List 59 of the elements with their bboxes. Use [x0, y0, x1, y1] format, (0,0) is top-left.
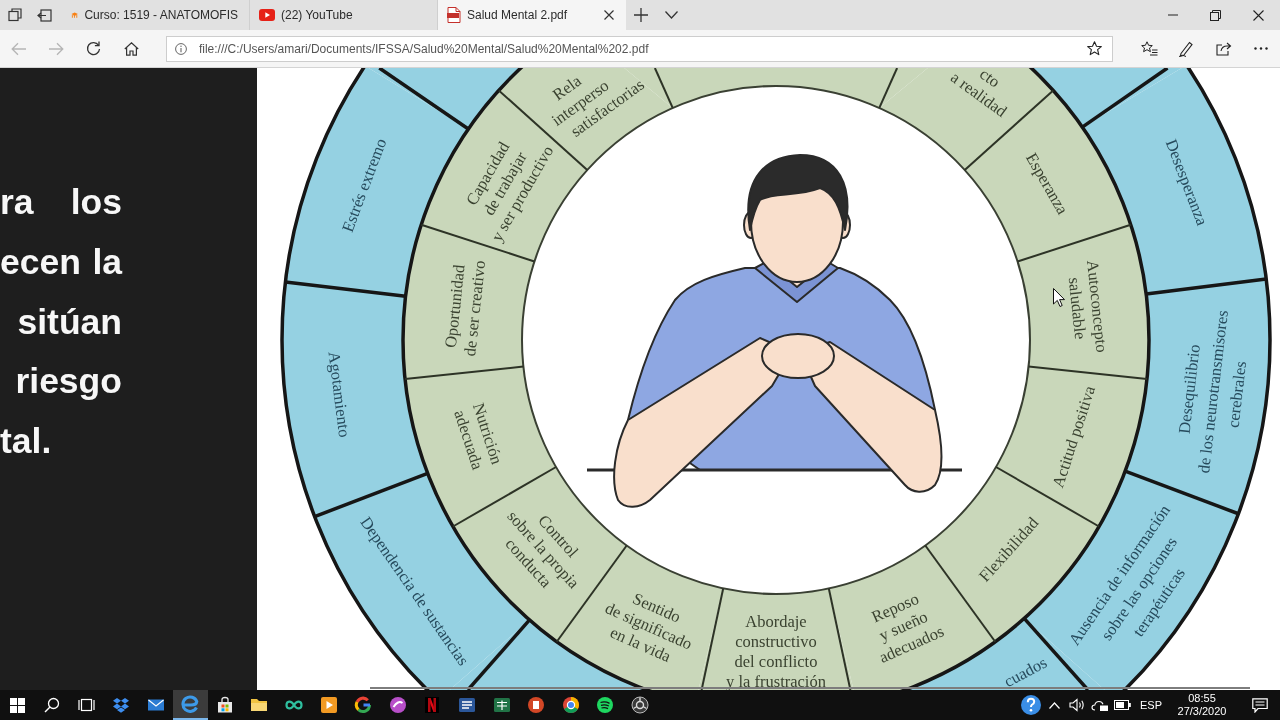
bag-icon — [215, 696, 234, 714]
document-icon — [447, 7, 461, 23]
taskbar-button[interactable] — [172, 690, 208, 720]
chevron-up-icon[interactable] — [1049, 701, 1061, 709]
home-icon[interactable] — [123, 41, 139, 56]
swirl-icon — [181, 695, 200, 713]
segment-label: Actitud positiva — [1048, 383, 1100, 490]
segment-divider — [878, 68, 899, 109]
segment-divider — [653, 68, 674, 109]
refresh-icon[interactable] — [86, 41, 102, 56]
clock-date[interactable]: 27/3/2020 — [1177, 705, 1227, 718]
cursor-icon — [1053, 288, 1065, 307]
segment-label: Desequilibrio de los neurotransmisores cerebrales — [1174, 309, 1251, 475]
disc-icon — [388, 696, 407, 714]
language-indicator[interactable]: ESP — [1140, 699, 1162, 711]
restore-icon[interactable] — [1210, 9, 1221, 21]
four-panes-icon[interactable] — [9, 697, 25, 713]
segment-label: Oportunidad de ser creativo — [440, 259, 490, 358]
segment-label: Autoconcepto saludable — [1064, 259, 1112, 354]
horizontal-scrollbar[interactable] — [370, 687, 1250, 689]
speaker-icon[interactable] — [1069, 698, 1085, 712]
close-icon[interactable] — [1253, 9, 1264, 21]
segment-label: Agotamiento — [324, 350, 355, 439]
help-icon[interactable] — [1020, 694, 1042, 716]
minimize-icon[interactable] — [1167, 14, 1178, 16]
ring-icon — [354, 696, 373, 714]
battery-icon[interactable] — [1114, 700, 1132, 710]
spreadsheet-icon — [492, 696, 511, 714]
tile-icon — [423, 696, 442, 714]
star-icon[interactable] — [1086, 41, 1102, 56]
slide-text: ra los ecen la sitúan riesgo tal. — [0, 181, 122, 463]
tab-stack-icon[interactable] — [8, 8, 22, 22]
segment-label: Nutrición adecuada — [450, 400, 507, 472]
search-icon[interactable] — [43, 697, 60, 713]
close-icon[interactable] — [604, 10, 614, 20]
pen-icon[interactable] — [1178, 40, 1195, 57]
task-view-icon[interactable] — [78, 698, 95, 712]
segment-label: cuados — [1000, 652, 1051, 690]
segment-label: Estrés extremo — [337, 135, 391, 235]
play-icon — [319, 696, 338, 714]
clock-time[interactable]: 08:55 — [1188, 692, 1216, 705]
diamonds-icon — [112, 696, 131, 714]
folder-icon — [250, 696, 269, 714]
notification-icon[interactable] — [1252, 697, 1268, 713]
info-icon[interactable] — [174, 42, 187, 55]
play-icon — [259, 9, 275, 21]
slides-icon — [527, 696, 546, 714]
pinwheel-icon — [561, 696, 580, 714]
more-icon[interactable] — [1254, 47, 1269, 50]
waves-icon — [596, 696, 615, 714]
browser-tab[interactable]: Salud Mental 2.pdf — [438, 0, 626, 30]
document-tile-icon — [458, 696, 476, 714]
aperture-icon — [631, 696, 649, 714]
favorites-icon[interactable] — [1140, 41, 1158, 56]
plus-icon[interactable] — [634, 8, 648, 22]
network-icon[interactable] — [1091, 698, 1109, 712]
address-field[interactable]: file:///C:/Users/amari/Documents/IFSSA/Salud%20Mental/Salud%20Mental%202.pdf — [165, 35, 1113, 62]
chevron-down-icon[interactable] — [664, 11, 678, 19]
share-icon[interactable] — [1215, 41, 1232, 56]
